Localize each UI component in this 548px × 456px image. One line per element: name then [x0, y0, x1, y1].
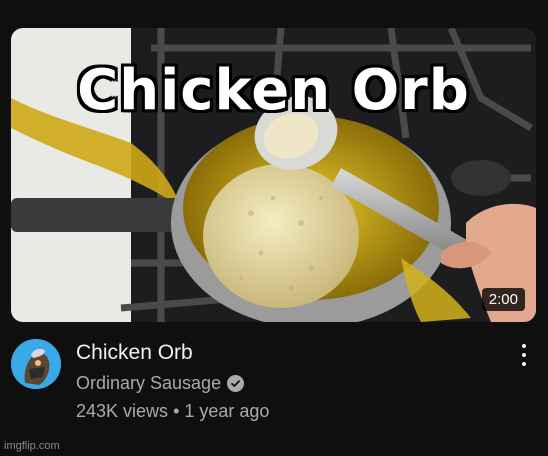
- upload-age: 1 year ago: [184, 401, 270, 421]
- avatar-image: [11, 339, 61, 389]
- channel-name[interactable]: Ordinary Sausage: [76, 373, 221, 394]
- watermark-text: imgflip.com: [4, 440, 60, 452]
- channel-avatar[interactable]: [11, 339, 61, 389]
- thumbnail-overlay-title: Chicken Orb: [77, 58, 470, 123]
- video-title[interactable]: Chicken Orb: [76, 340, 269, 366]
- duration-badge: 2:00: [481, 288, 525, 311]
- video-stats: 243K views • 1 year ago: [76, 401, 269, 422]
- channel-row: Ordinary Sausage: [76, 373, 269, 394]
- separator: •: [173, 401, 180, 421]
- video-meta: Chicken Orb Ordinary Sausage 243K views •…: [76, 340, 269, 422]
- check-circle-icon: [227, 375, 245, 392]
- view-count: 243K views: [76, 401, 169, 421]
- vertical-dots-icon[interactable]: [512, 342, 536, 368]
- video-thumbnail[interactable]: Chicken Orb 2:00: [11, 28, 536, 322]
